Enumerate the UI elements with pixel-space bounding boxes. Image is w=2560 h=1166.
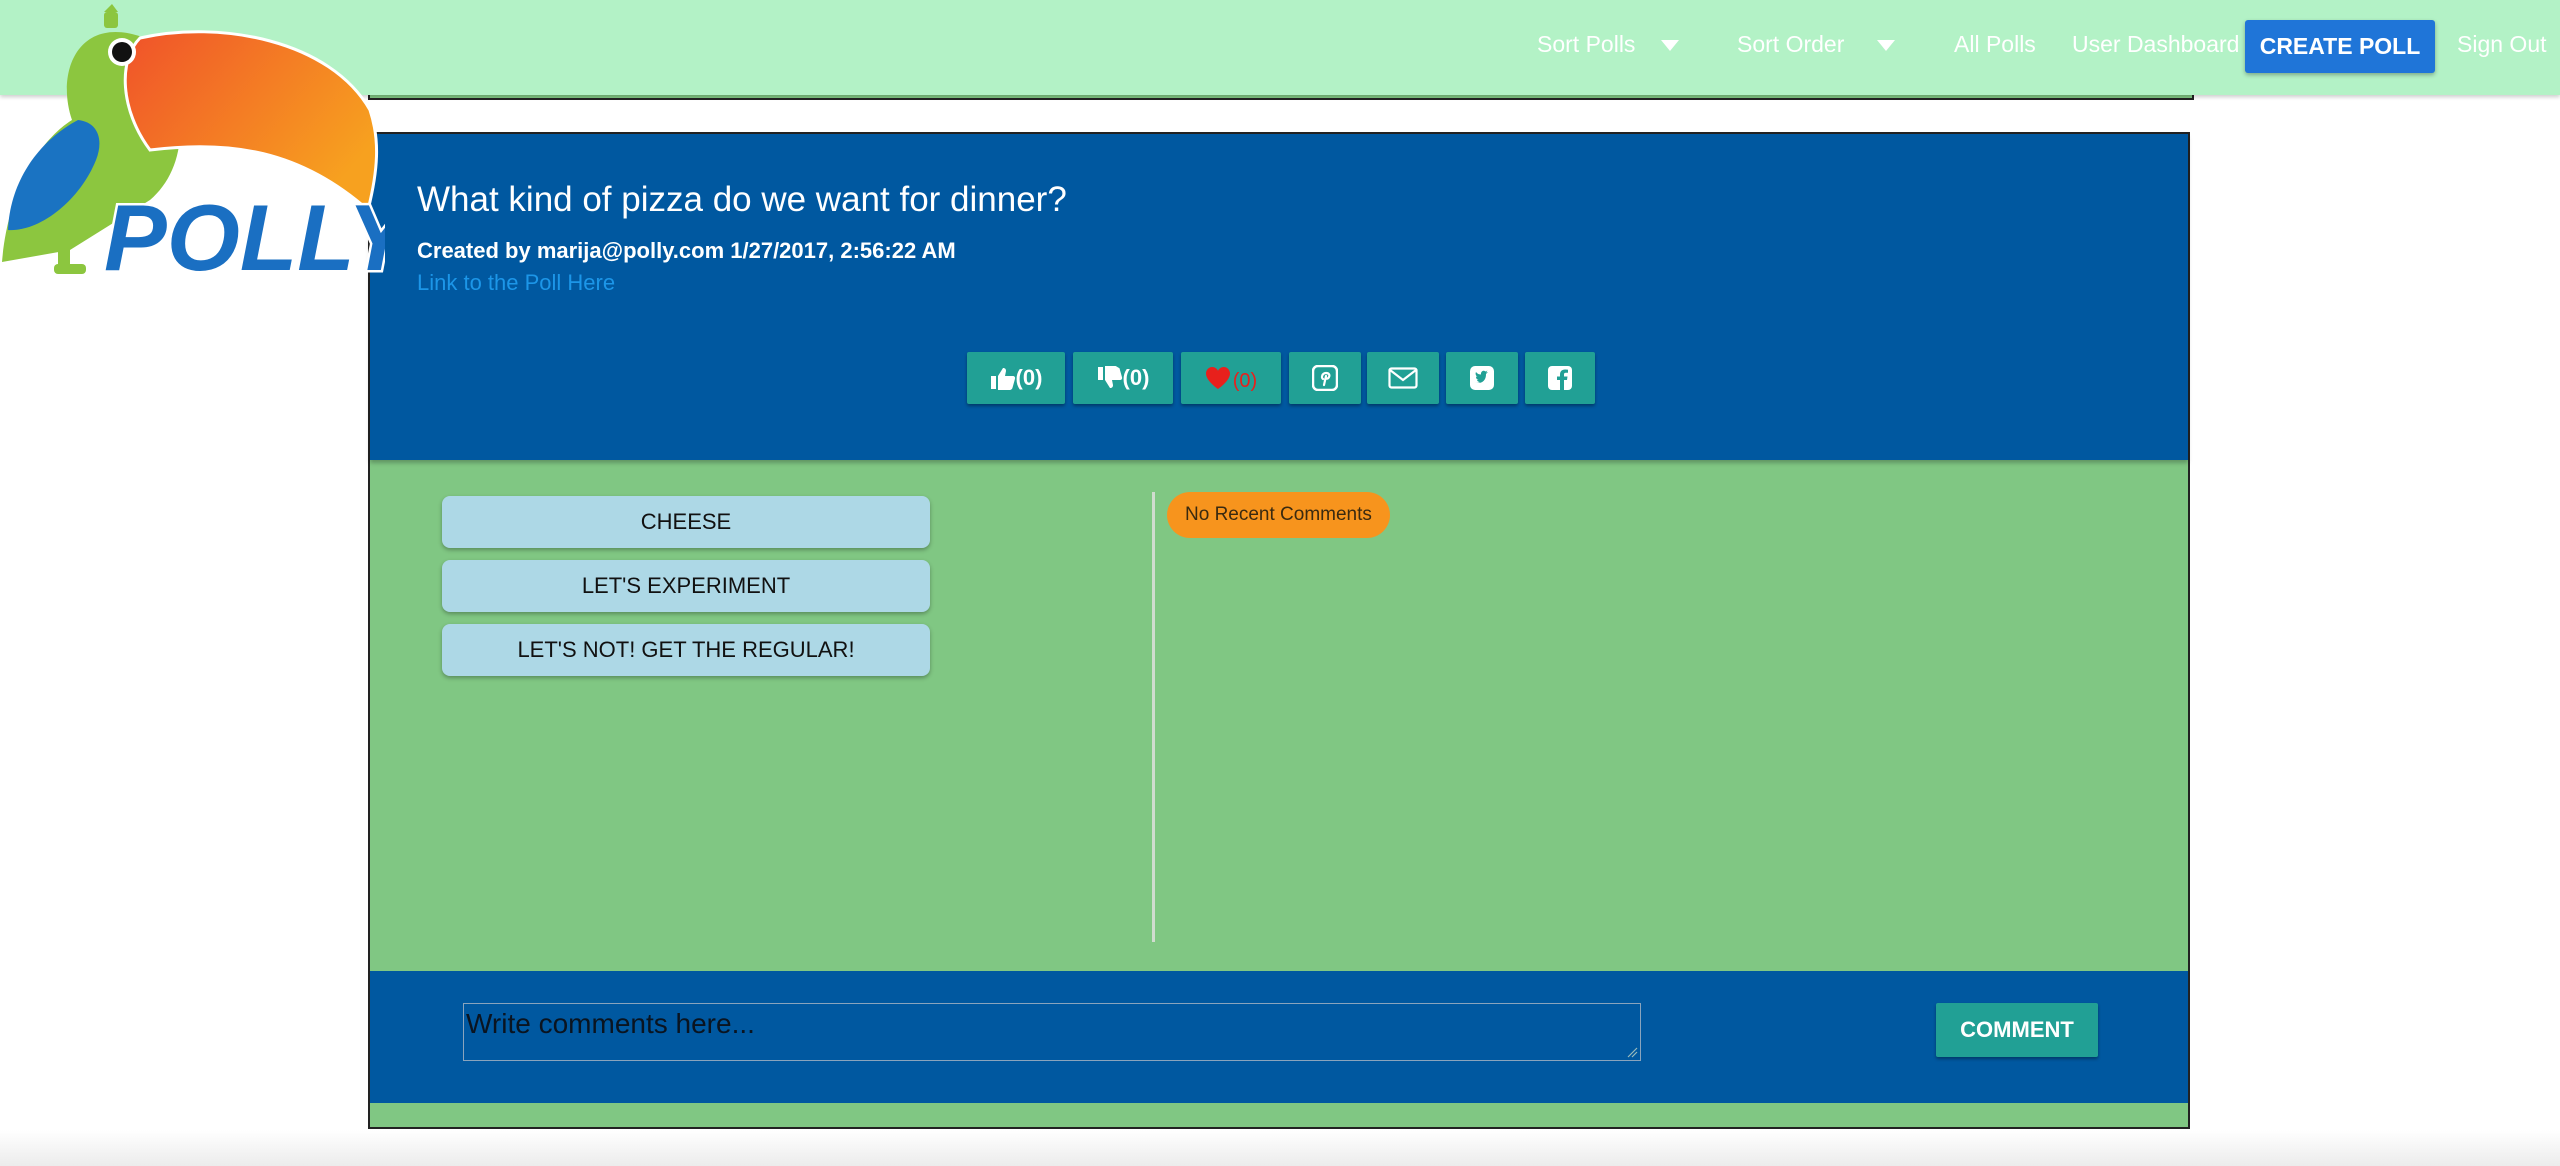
user-dashboard-link[interactable]: User Dashboard: [2072, 0, 2239, 88]
envelope-icon: [1388, 367, 1418, 389]
dislike-button[interactable]: (0): [1073, 352, 1173, 404]
pinterest-share-button[interactable]: [1289, 352, 1361, 404]
create-poll-button[interactable]: CREATE POLL: [2245, 20, 2435, 73]
like-count: (0): [1015, 365, 1043, 390]
poll-created-by: Created by marija@polly.com 1/27/2017, 2…: [417, 238, 956, 263]
sort-polls-label: Sort Polls: [1537, 31, 1636, 57]
comment-input[interactable]: [463, 1003, 1641, 1061]
dislike-count: (0): [1122, 365, 1150, 390]
favorite-button[interactable]: (0): [1181, 352, 1281, 404]
thumbs-up-icon: [990, 366, 1016, 390]
poll-option[interactable]: Let's Experiment: [442, 560, 930, 612]
poll-option[interactable]: Let's not! Get the regular!: [442, 624, 930, 676]
twitter-icon: [1469, 365, 1495, 391]
sort-polls-dropdown[interactable]: Sort Polls: [1537, 0, 1635, 88]
sort-order-label: Sort Order: [1737, 31, 1845, 57]
poll-link[interactable]: Link to the Poll Here: [417, 270, 615, 296]
poll-question: What kind of pizza do we want for dinner…: [417, 180, 1067, 219]
polly-logo[interactable]: POLLY: [0, 0, 385, 290]
caret-down-icon[interactable]: [1661, 40, 1679, 51]
pinterest-icon: [1312, 365, 1338, 391]
poll-option[interactable]: Cheese: [442, 496, 930, 548]
heart-icon: [1205, 366, 1231, 390]
caret-down-icon[interactable]: [1877, 40, 1895, 51]
favorite-count: (0): [1232, 369, 1258, 392]
all-polls-link[interactable]: All Polls: [1954, 0, 2036, 88]
resize-grip-icon[interactable]: [1626, 1046, 1638, 1058]
logo-wordmark: POLLY: [104, 185, 385, 290]
twitter-share-button[interactable]: [1446, 352, 1518, 404]
poll-header: What kind of pizza do we want for dinner…: [370, 134, 2188, 460]
thumbs-down-icon: [1097, 366, 1123, 390]
email-share-button[interactable]: [1367, 352, 1439, 404]
page-bottom-shadow: [0, 1130, 2560, 1166]
poll-card: What kind of pizza do we want for dinner…: [368, 132, 2190, 1129]
sort-order-dropdown[interactable]: Sort Order: [1737, 0, 1844, 88]
comment-bar: COMMENT: [370, 971, 2188, 1103]
facebook-share-button[interactable]: [1525, 352, 1595, 404]
no-comments-badge: No Recent Comments: [1167, 492, 1390, 538]
facebook-icon: [1547, 365, 1573, 391]
column-divider: [1152, 492, 1155, 942]
sign-out-link[interactable]: Sign Out: [2457, 0, 2547, 88]
comment-submit-button[interactable]: COMMENT: [1936, 1003, 2098, 1057]
like-button[interactable]: (0): [967, 352, 1065, 404]
